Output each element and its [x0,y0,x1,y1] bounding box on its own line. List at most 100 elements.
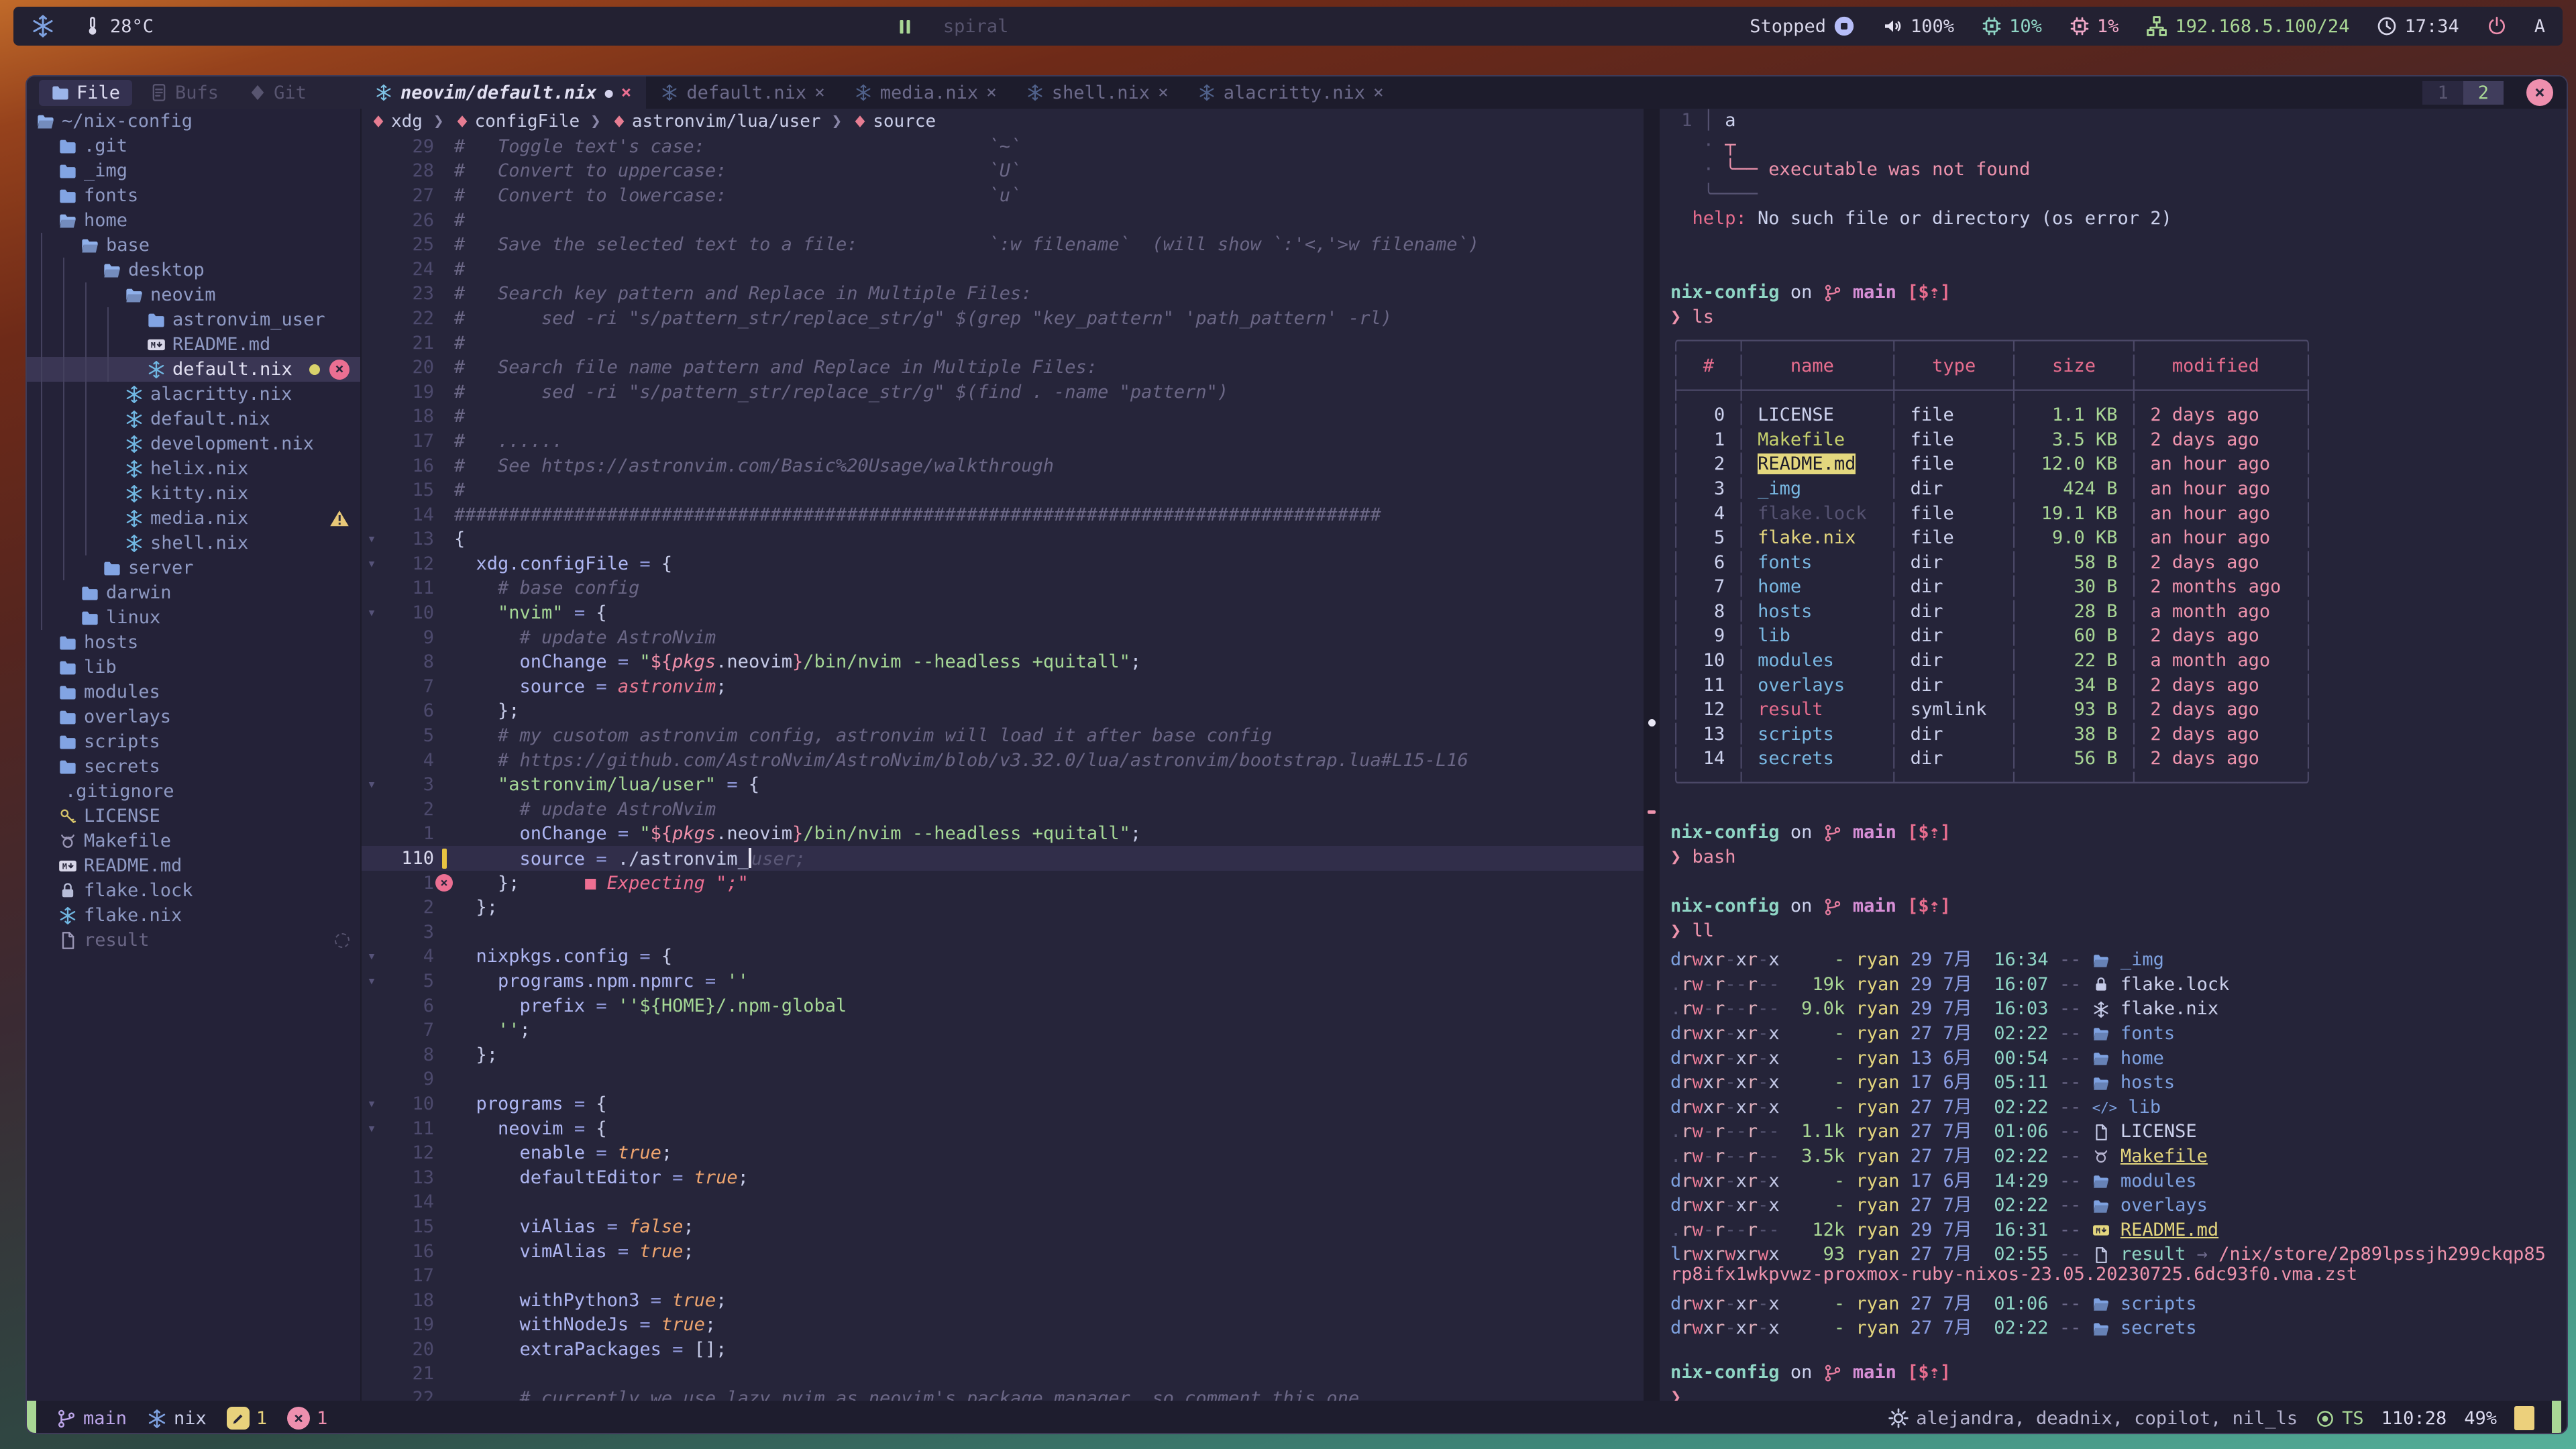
breadcrumb-item[interactable]: xdg [371,111,423,131]
buffer-close-icon[interactable]: × [621,83,632,103]
tree-item-modules[interactable]: modules [27,680,360,704]
code-line[interactable]: 20# Search file name pattern and Replace… [362,355,1644,380]
code-line[interactable]: 19 withNodeJs = true; [362,1313,1644,1338]
tree-item-alacritty.nix[interactable]: alacritty.nix [27,382,360,407]
tree-item-home[interactable]: home [27,208,360,233]
tree-item-linux[interactable]: linux [27,605,360,630]
tree-item-default.nix[interactable]: default.nix× [27,357,360,382]
buffer-close-icon[interactable]: × [986,83,997,103]
close-file-icon[interactable]: × [329,360,350,380]
tree-item-result[interactable]: result [27,928,360,953]
code-line[interactable]: 22 # currently we use lazy.nvim as neovi… [362,1386,1644,1401]
neotree-tab-file[interactable]: File [39,80,132,106]
code-line[interactable]: 3 [362,920,1644,945]
tree-item-LICENSE[interactable]: LICENSE [27,804,360,828]
tree-item-secrets[interactable]: secrets [27,754,360,779]
tree-item-shell.nix[interactable]: shell.nix [27,531,360,555]
code-line[interactable]: 14######################################… [362,502,1644,527]
tree-item-development.nix[interactable]: development.nix [27,431,360,456]
code-line[interactable]: 1× }; ■ Expecting ";" [362,871,1644,896]
code-line[interactable]: 8 onChange = "${pkgs.neovim}/bin/nvim --… [362,649,1644,674]
tree-item-darwin[interactable]: darwin [27,580,360,605]
fold-marker[interactable]: ▾ [362,604,382,621]
code-line[interactable]: 15# [362,478,1644,502]
code-line[interactable]: 25# Save the selected text to a file: `:… [362,232,1644,257]
tree-item-fonts[interactable]: fonts [27,183,360,208]
code-line[interactable]: 21 [362,1362,1644,1387]
pause-icon[interactable] [895,15,915,37]
buffer-tab[interactable]: default.nix× [646,76,839,109]
tree-item-_img[interactable]: _img [27,158,360,183]
code-line[interactable]: 18 withPython3 = true; [362,1288,1644,1313]
tree-item-server[interactable]: server [27,555,360,580]
code-buffer[interactable]: 29# Toggle text's case: `~`28# Convert t… [362,134,1644,1401]
keyboard-layout[interactable]: A [2534,16,2545,37]
network-icon[interactable] [2145,15,2168,38]
code-line[interactable]: 22# sed -ri "s/pattern_str/replace_str/g… [362,306,1644,331]
git-branch-name[interactable]: main [83,1408,127,1429]
tabpage-2[interactable]: 2 [2463,81,2504,105]
breadcrumb-item[interactable]: configFile [455,111,580,131]
scrollbar-thumb[interactable] [2514,1406,2534,1430]
tree-item-neovim[interactable]: neovim [27,282,360,307]
warning-count[interactable]: 1 [256,1408,267,1429]
neotree-tab-git[interactable]: Git [236,80,319,106]
tree-item-README.md[interactable]: MREADME.md [27,853,360,878]
code-line[interactable]: 2 }; [362,895,1644,920]
breadcrumb-item[interactable]: astronvim/lua/user [612,111,821,131]
now-playing-title[interactable]: spiral [943,16,1009,37]
code-line[interactable]: 8 }; [362,1042,1644,1067]
code-line[interactable]: 23# Search key pattern and Replace in Mu… [362,282,1644,307]
tree-item-hosts[interactable]: hosts [27,630,360,655]
tree-item-.gitignore[interactable]: .gitignore [27,779,360,804]
fold-marker[interactable]: ▾ [362,1120,382,1137]
buffer-tab[interactable]: neovim/default.nix●× [360,76,646,109]
code-line[interactable]: 9 [362,1067,1644,1092]
tree-item-README.md[interactable]: MREADME.md [27,332,360,357]
tree-item-flake.nix[interactable]: flake.nix [27,903,360,928]
code-line[interactable]: 1 onChange = "${pkgs.neovim}/bin/nvim --… [362,822,1644,847]
code-line[interactable]: 9 # update AstroNvim [362,625,1644,650]
code-line[interactable]: 110 source = ./astronvim_user; [362,846,1644,871]
code-line[interactable]: 16 vimAlias = true; [362,1239,1644,1264]
code-line[interactable]: 2 # update AstroNvim [362,797,1644,822]
code-line[interactable]: 11 # base config [362,576,1644,601]
code-line[interactable]: 4 # https://github.com/AstroNvim/AstroNv… [362,748,1644,773]
code-line[interactable]: 29# Toggle text's case: `~` [362,134,1644,159]
tabpage-1[interactable]: 1 [2422,81,2463,105]
buffer-tab[interactable]: alacritty.nix× [1183,76,1399,109]
nixos-logo-icon[interactable] [31,14,55,38]
code-line[interactable]: ▾10 programs = { [362,1091,1644,1116]
code-line[interactable]: ▾4 nixpkgs.config = { [362,945,1644,969]
fold-marker[interactable]: ▾ [362,531,382,547]
code-line[interactable]: 21# [362,331,1644,356]
code-line[interactable]: ▾3 "astronvim/lua/user" = { [362,772,1644,797]
code-line[interactable]: 17 [362,1263,1644,1288]
code-line[interactable]: 19# sed -ri "s/pattern_str/replace_str/g… [362,380,1644,405]
power-button-icon[interactable] [2486,15,2508,38]
code-line[interactable]: 18# [362,405,1644,429]
code-line[interactable]: 27# Convert to lowercase: `u` [362,183,1644,208]
editor-pane[interactable]: xdg❯configFile❯astronvim/lua/user❯source… [362,109,1644,1401]
buffer-close-icon[interactable]: × [1158,83,1169,103]
code-line[interactable]: 28# Convert to uppercase: `U` [362,159,1644,184]
fold-marker[interactable]: ▾ [362,948,382,965]
tab-close-button[interactable]: × [2526,79,2553,106]
fold-marker[interactable]: ▾ [362,776,382,793]
code-line[interactable]: 7 ''; [362,1018,1644,1042]
code-line[interactable]: 26# [362,208,1644,233]
code-line[interactable]: 16# See https://astronvim.com/Basic%20Us… [362,453,1644,478]
breadcrumb-item[interactable]: source [853,111,936,131]
code-line[interactable]: 14 [362,1190,1644,1215]
fold-marker[interactable]: ▾ [362,555,382,572]
vertical-split-separator[interactable] [1644,109,1660,1401]
code-line[interactable]: ▾13{ [362,527,1644,552]
code-line[interactable]: ▾12 xdg.configFile = { [362,551,1644,576]
code-line[interactable]: 6 }; [362,699,1644,724]
tree-item-desktop[interactable]: desktop [27,258,360,282]
buffer-tab[interactable]: shell.nix× [1012,76,1183,109]
code-line[interactable]: 17# ...... [362,429,1644,453]
code-line[interactable]: 5 # my cusotom astronvim config, astronv… [362,723,1644,748]
code-line[interactable]: 6 prefix = ''${HOME}/.npm-global [362,994,1644,1018]
volume-icon[interactable] [1882,15,1904,38]
